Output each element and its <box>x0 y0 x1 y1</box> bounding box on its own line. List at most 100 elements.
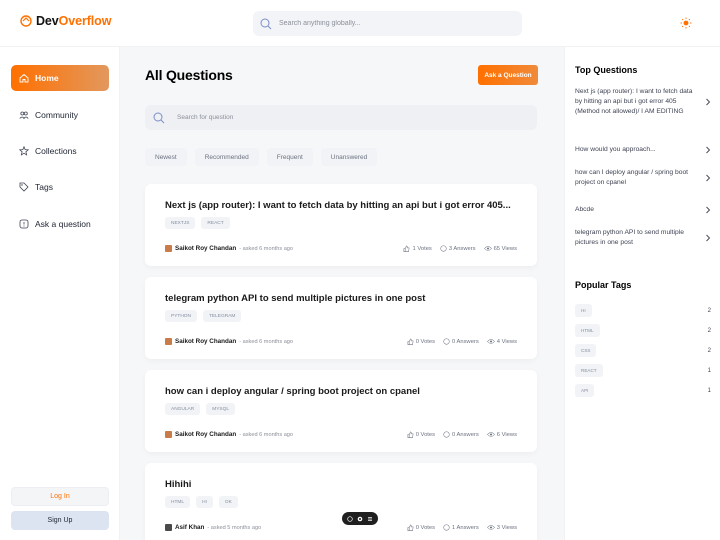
question-author[interactable]: Saikot Roy Chandan <box>175 431 236 438</box>
eye-icon <box>486 525 495 530</box>
floating-toolbar[interactable] <box>342 512 378 525</box>
popular-tag-row: API 1 <box>575 384 711 397</box>
left-sidebar: Home Community Collections Tags Ask a qu… <box>0 47 120 540</box>
login-button[interactable]: Log In <box>11 487 109 506</box>
signup-button[interactable]: Sign Up <box>11 511 109 530</box>
question-title[interactable]: Next js (app router): I want to fetch da… <box>165 200 511 211</box>
question-tag[interactable]: ANGULAR <box>165 403 201 415</box>
question-time: - asked 6 months ago <box>239 431 294 438</box>
question-time: - asked 6 months ago <box>239 245 294 252</box>
question-tag[interactable]: HTML <box>165 496 191 508</box>
page-title: All Questions <box>145 67 233 83</box>
avatar[interactable] <box>165 338 172 345</box>
top-question-item[interactable]: Next js (app router): I want to fetch da… <box>575 87 711 118</box>
ask-question-button[interactable]: Ask a Question <box>478 65 538 85</box>
question-author[interactable]: Saikot Roy Chandan <box>175 338 236 345</box>
top-question-item[interactable]: Abcde <box>575 205 711 215</box>
question-tag[interactable]: OK <box>218 496 238 508</box>
popular-tag[interactable]: HTML <box>575 324 600 337</box>
chevron-right-icon <box>706 234 711 242</box>
top-question-text[interactable]: telegram python API to send multiple pic… <box>575 228 693 248</box>
tag-icon <box>19 182 29 192</box>
votes-count: 0 Votes <box>415 431 436 438</box>
top-question-text[interactable]: Next js (app router): I want to fetch da… <box>575 87 693 118</box>
question-card[interactable]: Next js (app router): I want to fetch da… <box>145 184 537 266</box>
tag-count: 2 <box>707 327 711 334</box>
filter-recommended[interactable]: Recommended <box>194 148 259 166</box>
question-tag[interactable]: PYTHON <box>165 310 197 322</box>
question-card[interactable]: telegram python API to send multiple pic… <box>145 277 537 359</box>
votes-count: 0 Votes <box>415 524 436 531</box>
like-icon <box>407 524 414 531</box>
sidebar-item-tags[interactable]: Tags <box>11 174 109 200</box>
question-author[interactable]: Saikot Roy Chandan <box>175 245 236 252</box>
popular-tag[interactable]: CSS <box>575 344 597 357</box>
popular-tag-row: HI 2 <box>575 304 711 317</box>
top-question-text[interactable]: Abcde <box>575 205 693 215</box>
top-navbar: DevOverflow <box>0 0 720 47</box>
sidebar-item-label: Tags <box>35 182 53 192</box>
top-question-item[interactable]: how can I deploy angular / spring boot p… <box>575 168 711 188</box>
top-question-item[interactable]: telegram python API to send multiple pic… <box>575 228 711 248</box>
answers-count: 0 Answers <box>452 338 479 345</box>
like-icon <box>404 245 410 252</box>
filter-newest[interactable]: Newest <box>145 148 187 166</box>
tag-count: 1 <box>707 387 711 394</box>
question-tag[interactable]: NEXTJS <box>165 217 196 229</box>
sidebar-item-home[interactable]: Home <box>11 65 109 91</box>
question-tag[interactable]: MYSQL <box>206 403 235 415</box>
sidebar-item-label: Collections <box>35 146 77 156</box>
question-title[interactable]: how can i deploy angular / spring boot p… <box>165 386 420 397</box>
search-icon <box>260 18 272 29</box>
answers-count: 1 Answers <box>452 524 479 531</box>
popular-tag-row: HTML 2 <box>575 324 711 337</box>
chat-icon[interactable] <box>347 515 354 522</box>
sidebar-item-community[interactable]: Community <box>11 102 109 128</box>
popular-tag[interactable]: HI <box>575 304 592 317</box>
avatar[interactable] <box>165 245 172 252</box>
sidebar-item-collections[interactable]: Collections <box>11 138 109 164</box>
sidebar-item-ask-question[interactable]: Ask a question <box>11 211 109 237</box>
popular-tag[interactable]: API <box>575 384 595 397</box>
sidebar-item-label: Community <box>35 110 78 120</box>
popular-tag-row: REACT 1 <box>575 364 711 377</box>
message-icon <box>440 245 447 252</box>
eye-icon <box>483 246 492 251</box>
eye-icon[interactable] <box>357 515 364 522</box>
tag-count: 2 <box>707 347 711 354</box>
chevron-right-icon <box>706 206 711 214</box>
menu-icon[interactable] <box>367 515 374 522</box>
top-question-item[interactable]: How would you approach... <box>575 145 711 155</box>
question-tag[interactable]: HI <box>196 496 213 508</box>
top-question-text[interactable]: how can I deploy angular / spring boot p… <box>575 168 693 188</box>
sun-icon <box>680 17 692 29</box>
filter-unanswered[interactable]: Unanswered <box>320 148 378 166</box>
top-question-text[interactable]: How would you approach... <box>575 145 693 155</box>
global-search-input[interactable] <box>279 20 499 27</box>
avatar[interactable] <box>165 524 172 531</box>
question-title[interactable]: telegram python API to send multiple pic… <box>165 293 425 304</box>
question-tag[interactable]: REACT <box>201 217 230 229</box>
popular-tag[interactable]: REACT <box>575 364 603 377</box>
filter-frequent[interactable]: Frequent <box>266 148 313 166</box>
tag-count: 1 <box>707 367 711 374</box>
sidebar-item-label: Ask a question <box>35 219 91 229</box>
views-count: 65 Views <box>493 245 517 252</box>
votes-count: 1 Votes <box>412 245 432 252</box>
question-title[interactable]: Hihihi <box>165 479 191 490</box>
main-content: All Questions Ask a Question Newest Reco… <box>120 47 564 540</box>
users-icon <box>19 111 29 120</box>
question-card[interactable]: Hihihi HTML HI OK Asif Khan - asked 5 mo… <box>145 463 537 540</box>
logo[interactable]: DevOverflow <box>20 14 111 28</box>
like-icon <box>407 431 414 438</box>
question-author[interactable]: Asif Khan <box>175 524 204 531</box>
question-search-input[interactable] <box>177 114 477 121</box>
question-tag[interactable]: TELEGRAM <box>203 310 242 322</box>
avatar[interactable] <box>165 431 172 438</box>
question-search[interactable] <box>145 105 537 130</box>
star-icon <box>19 146 29 156</box>
question-card[interactable]: how can i deploy angular / spring boot p… <box>145 370 537 452</box>
tag-count: 2 <box>707 307 711 314</box>
global-search[interactable] <box>253 11 522 36</box>
theme-toggle-button[interactable] <box>679 16 693 30</box>
